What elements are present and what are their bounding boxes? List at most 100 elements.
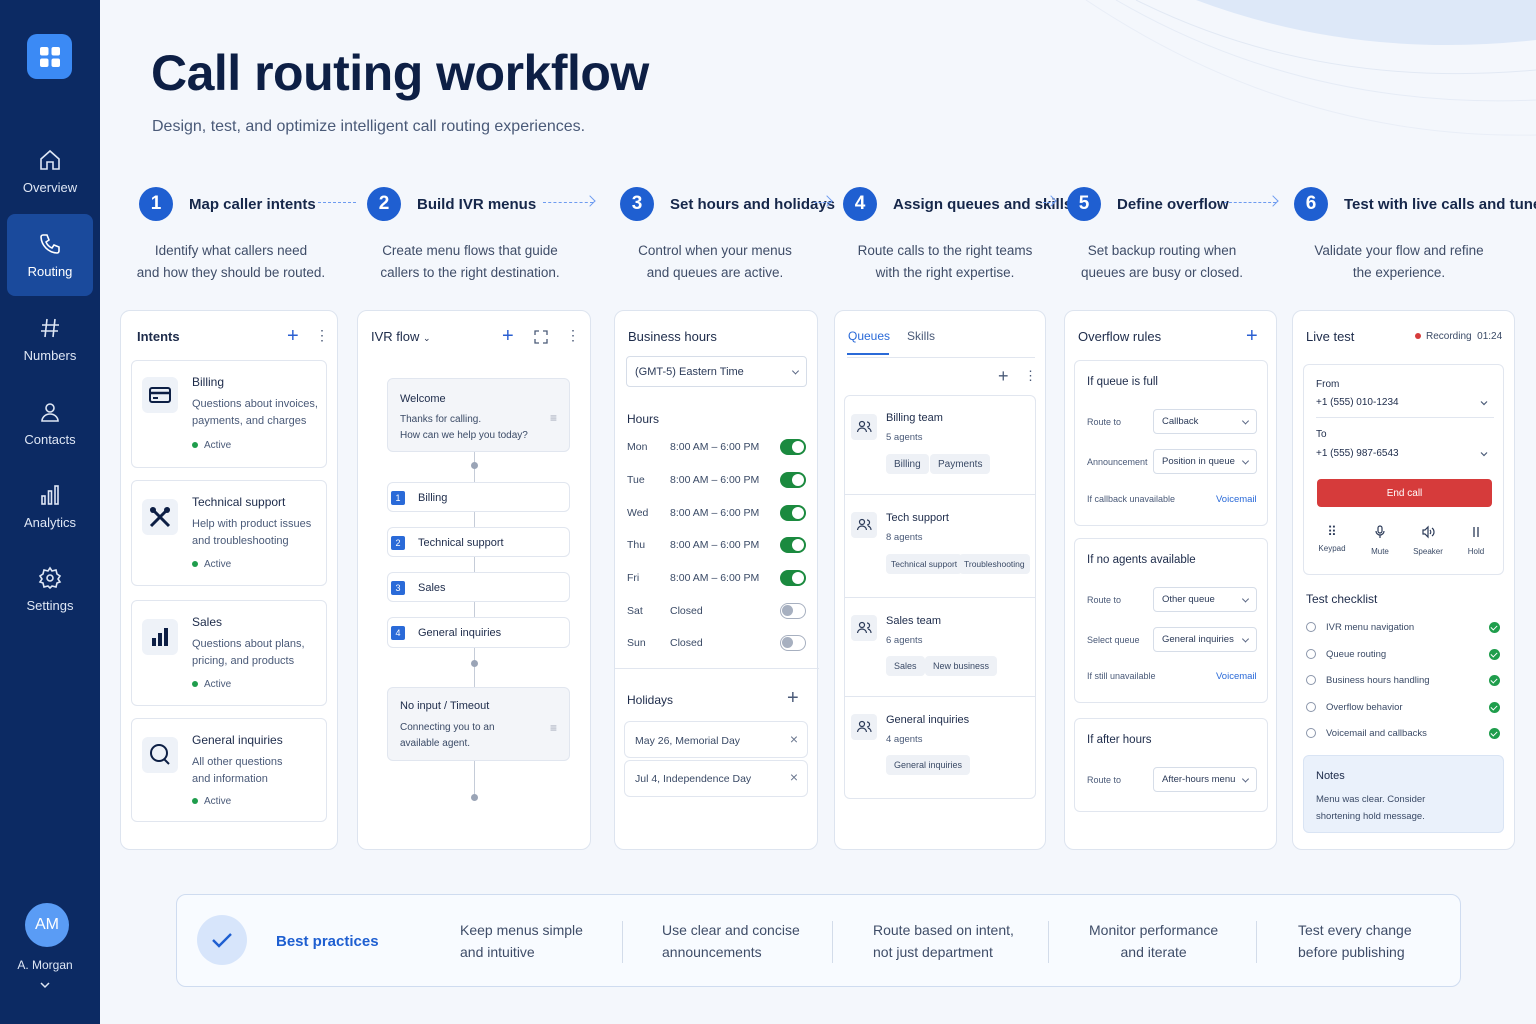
divider <box>1316 417 1494 418</box>
radio-circle[interactable] <box>1306 702 1316 712</box>
checklist-item[interactable]: Voicemail and callbacks <box>1293 726 1516 742</box>
day-toggle[interactable] <box>780 472 806 488</box>
drag-handle-icon[interactable]: ≡ <box>550 721 557 735</box>
voicemail-link[interactable]: Voicemail <box>1216 494 1257 505</box>
add-icon[interactable]: + <box>998 366 1009 387</box>
intent-card-sales[interactable]: Sales Questions about plans, pricing, and… <box>131 600 327 706</box>
radio-circle[interactable] <box>1306 649 1316 659</box>
more-icon[interactable]: ⋮ <box>566 327 580 344</box>
radio-circle[interactable] <box>1306 622 1316 632</box>
overflow-rule-after-hours[interactable]: If after hours Route to After-hours menu <box>1074 718 1268 812</box>
checklist-item[interactable]: Overflow behavior <box>1293 700 1516 716</box>
end-call-button[interactable]: End call <box>1317 479 1492 507</box>
ivr-node-timeout[interactable]: No input / Timeout Connecting you to an a… <box>387 687 570 761</box>
day-toggle[interactable] <box>780 505 806 521</box>
day-toggle[interactable] <box>780 439 806 455</box>
holiday-item[interactable]: May 26, Memorial Day × <box>624 721 808 758</box>
checklist-item[interactable]: Queue routing <box>1293 647 1516 663</box>
hold-button[interactable]: Hold <box>1458 525 1494 556</box>
from-select[interactable]: +1 (555) 010-1234 <box>1316 397 1399 408</box>
expand-icon[interactable] <box>534 330 548 344</box>
ivr-option-technical-support[interactable]: 2 Technical support <box>387 527 570 557</box>
intent-card-billing[interactable]: Billing Questions about invoices, payment… <box>131 360 327 468</box>
queue-item-billing-team[interactable]: Billing team 5 agents Billing Payments <box>845 396 1035 494</box>
queue-name: General inquiries <box>886 714 970 726</box>
panel-title: Intents <box>137 329 180 344</box>
overflow-rule-no-agents[interactable]: If no agents available Route to Other qu… <box>1074 538 1268 703</box>
ivr-option-billing[interactable]: 1 Billing <box>387 482 570 512</box>
day-toggle[interactable] <box>780 537 806 553</box>
notes-box[interactable]: Notes Menu was clear. Consider shortening… <box>1303 755 1504 833</box>
route-to-select[interactable]: After-hours menu <box>1153 767 1257 792</box>
add-icon[interactable]: + <box>502 325 514 348</box>
checklist-title: Test checklist <box>1306 592 1378 606</box>
checklist-item[interactable]: IVR menu navigation <box>1293 620 1516 636</box>
live-test-panel: Live test Recording 01:24 From +1 (555) … <box>1292 310 1515 850</box>
tab-underline <box>847 353 889 355</box>
voicemail-link[interactable]: Voicemail <box>1216 671 1257 682</box>
day-toggle[interactable] <box>780 570 806 586</box>
intent-card-general-inquiries[interactable]: General inquiries All other questions and… <box>131 718 327 822</box>
route-to-select[interactable]: Other queue <box>1153 587 1257 612</box>
day-toggle[interactable] <box>780 603 806 619</box>
ivr-option-general-inquiries[interactable]: 4 General inquiries <box>387 617 570 648</box>
hours-label: Hours <box>627 412 660 426</box>
mute-button[interactable]: Mute <box>1362 525 1398 556</box>
queue-select[interactable]: General inquiries <box>1153 627 1257 652</box>
overflow-rule-queue-full[interactable]: If queue is full Route to Callback Annou… <box>1074 360 1268 526</box>
app-logo-icon[interactable] <box>27 34 72 79</box>
tab-queues[interactable]: Queues <box>848 329 890 343</box>
field-label: Select queue <box>1087 635 1140 645</box>
step-number: 2 <box>367 187 401 221</box>
ivr-node-welcome[interactable]: Welcome Thanks for calling. How can we he… <box>387 378 570 452</box>
close-icon[interactable]: × <box>790 769 798 785</box>
queue-item-tech-support[interactable]: Tech support 8 agents Technical support … <box>845 495 1035 597</box>
rule-title: If queue is full <box>1087 376 1158 388</box>
drag-handle-icon[interactable]: ≡ <box>550 411 557 425</box>
radio-circle[interactable] <box>1306 728 1316 738</box>
ivr-option-sales[interactable]: 3 Sales <box>387 572 570 602</box>
queue-item-general-inquiries[interactable]: General inquiries 4 agents General inqui… <box>845 697 1035 797</box>
intent-card-technical-support[interactable]: Technical support Help with product issu… <box>131 480 327 586</box>
to-select[interactable]: +1 (555) 987-6543 <box>1316 448 1399 459</box>
hours-row-thu: Thu 8:00 AM – 6:00 PM <box>615 535 819 555</box>
add-icon[interactable]: + <box>1246 325 1258 348</box>
sidebar-item-analytics[interactable]: Analytics <box>7 465 93 547</box>
add-icon[interactable]: + <box>287 325 299 348</box>
more-icon[interactable]: ⋮ <box>315 327 329 344</box>
avatar[interactable]: AM <box>25 903 69 947</box>
status-badge: Active <box>192 796 231 807</box>
user-name: A. Morgan <box>17 958 73 972</box>
announcement-select[interactable]: Position in queue <box>1153 449 1257 474</box>
queue-item-sales-team[interactable]: Sales team 6 agents Sales New business <box>845 598 1035 696</box>
day-toggle[interactable] <box>780 635 806 651</box>
radio-circle[interactable] <box>1306 675 1316 685</box>
timezone-select[interactable]: (GMT-5) Eastern Time <box>626 356 807 387</box>
route-to-select[interactable]: Callback <box>1153 409 1257 434</box>
sidebar-item-routing[interactable]: Routing <box>7 214 93 296</box>
more-icon[interactable]: ⋮ <box>1024 368 1037 384</box>
step-description: Validate your flow and refine the experie… <box>1314 243 1484 280</box>
add-icon[interactable]: + <box>787 687 799 710</box>
divider <box>832 921 833 963</box>
sidebar-item-numbers[interactable]: Numbers <box>7 298 93 380</box>
check-icon <box>1489 702 1500 713</box>
close-icon[interactable]: × <box>790 731 798 747</box>
sidebar-item-label: Overview <box>22 179 78 195</box>
speaker-icon <box>1422 525 1435 539</box>
chevron-down-icon[interactable] <box>38 978 52 992</box>
chevron-down-icon[interactable] <box>1479 398 1489 408</box>
holiday-item[interactable]: Jul 4, Independence Day × <box>624 760 808 797</box>
ivr-panel: IVR flow ⌄ + ⋮ Welcome Thanks for callin… <box>357 310 591 850</box>
chevron-down-icon[interactable] <box>1479 449 1489 459</box>
tab-skills[interactable]: Skills <box>907 329 935 343</box>
sidebar-item-overview[interactable]: Overview <box>7 130 93 212</box>
connector-dot <box>471 462 478 469</box>
speaker-button[interactable]: Speaker <box>1410 525 1446 556</box>
keypad-button[interactable]: ⠿ Keypad <box>1314 525 1350 554</box>
ivr-flow-dropdown[interactable]: IVR flow ⌄ <box>371 329 431 344</box>
day-label: Mon <box>627 441 648 453</box>
sidebar-item-contacts[interactable]: Contacts <box>7 382 93 464</box>
checklist-item[interactable]: Business hours handling <box>1293 673 1516 689</box>
sidebar-item-settings[interactable]: Settings <box>7 548 93 630</box>
